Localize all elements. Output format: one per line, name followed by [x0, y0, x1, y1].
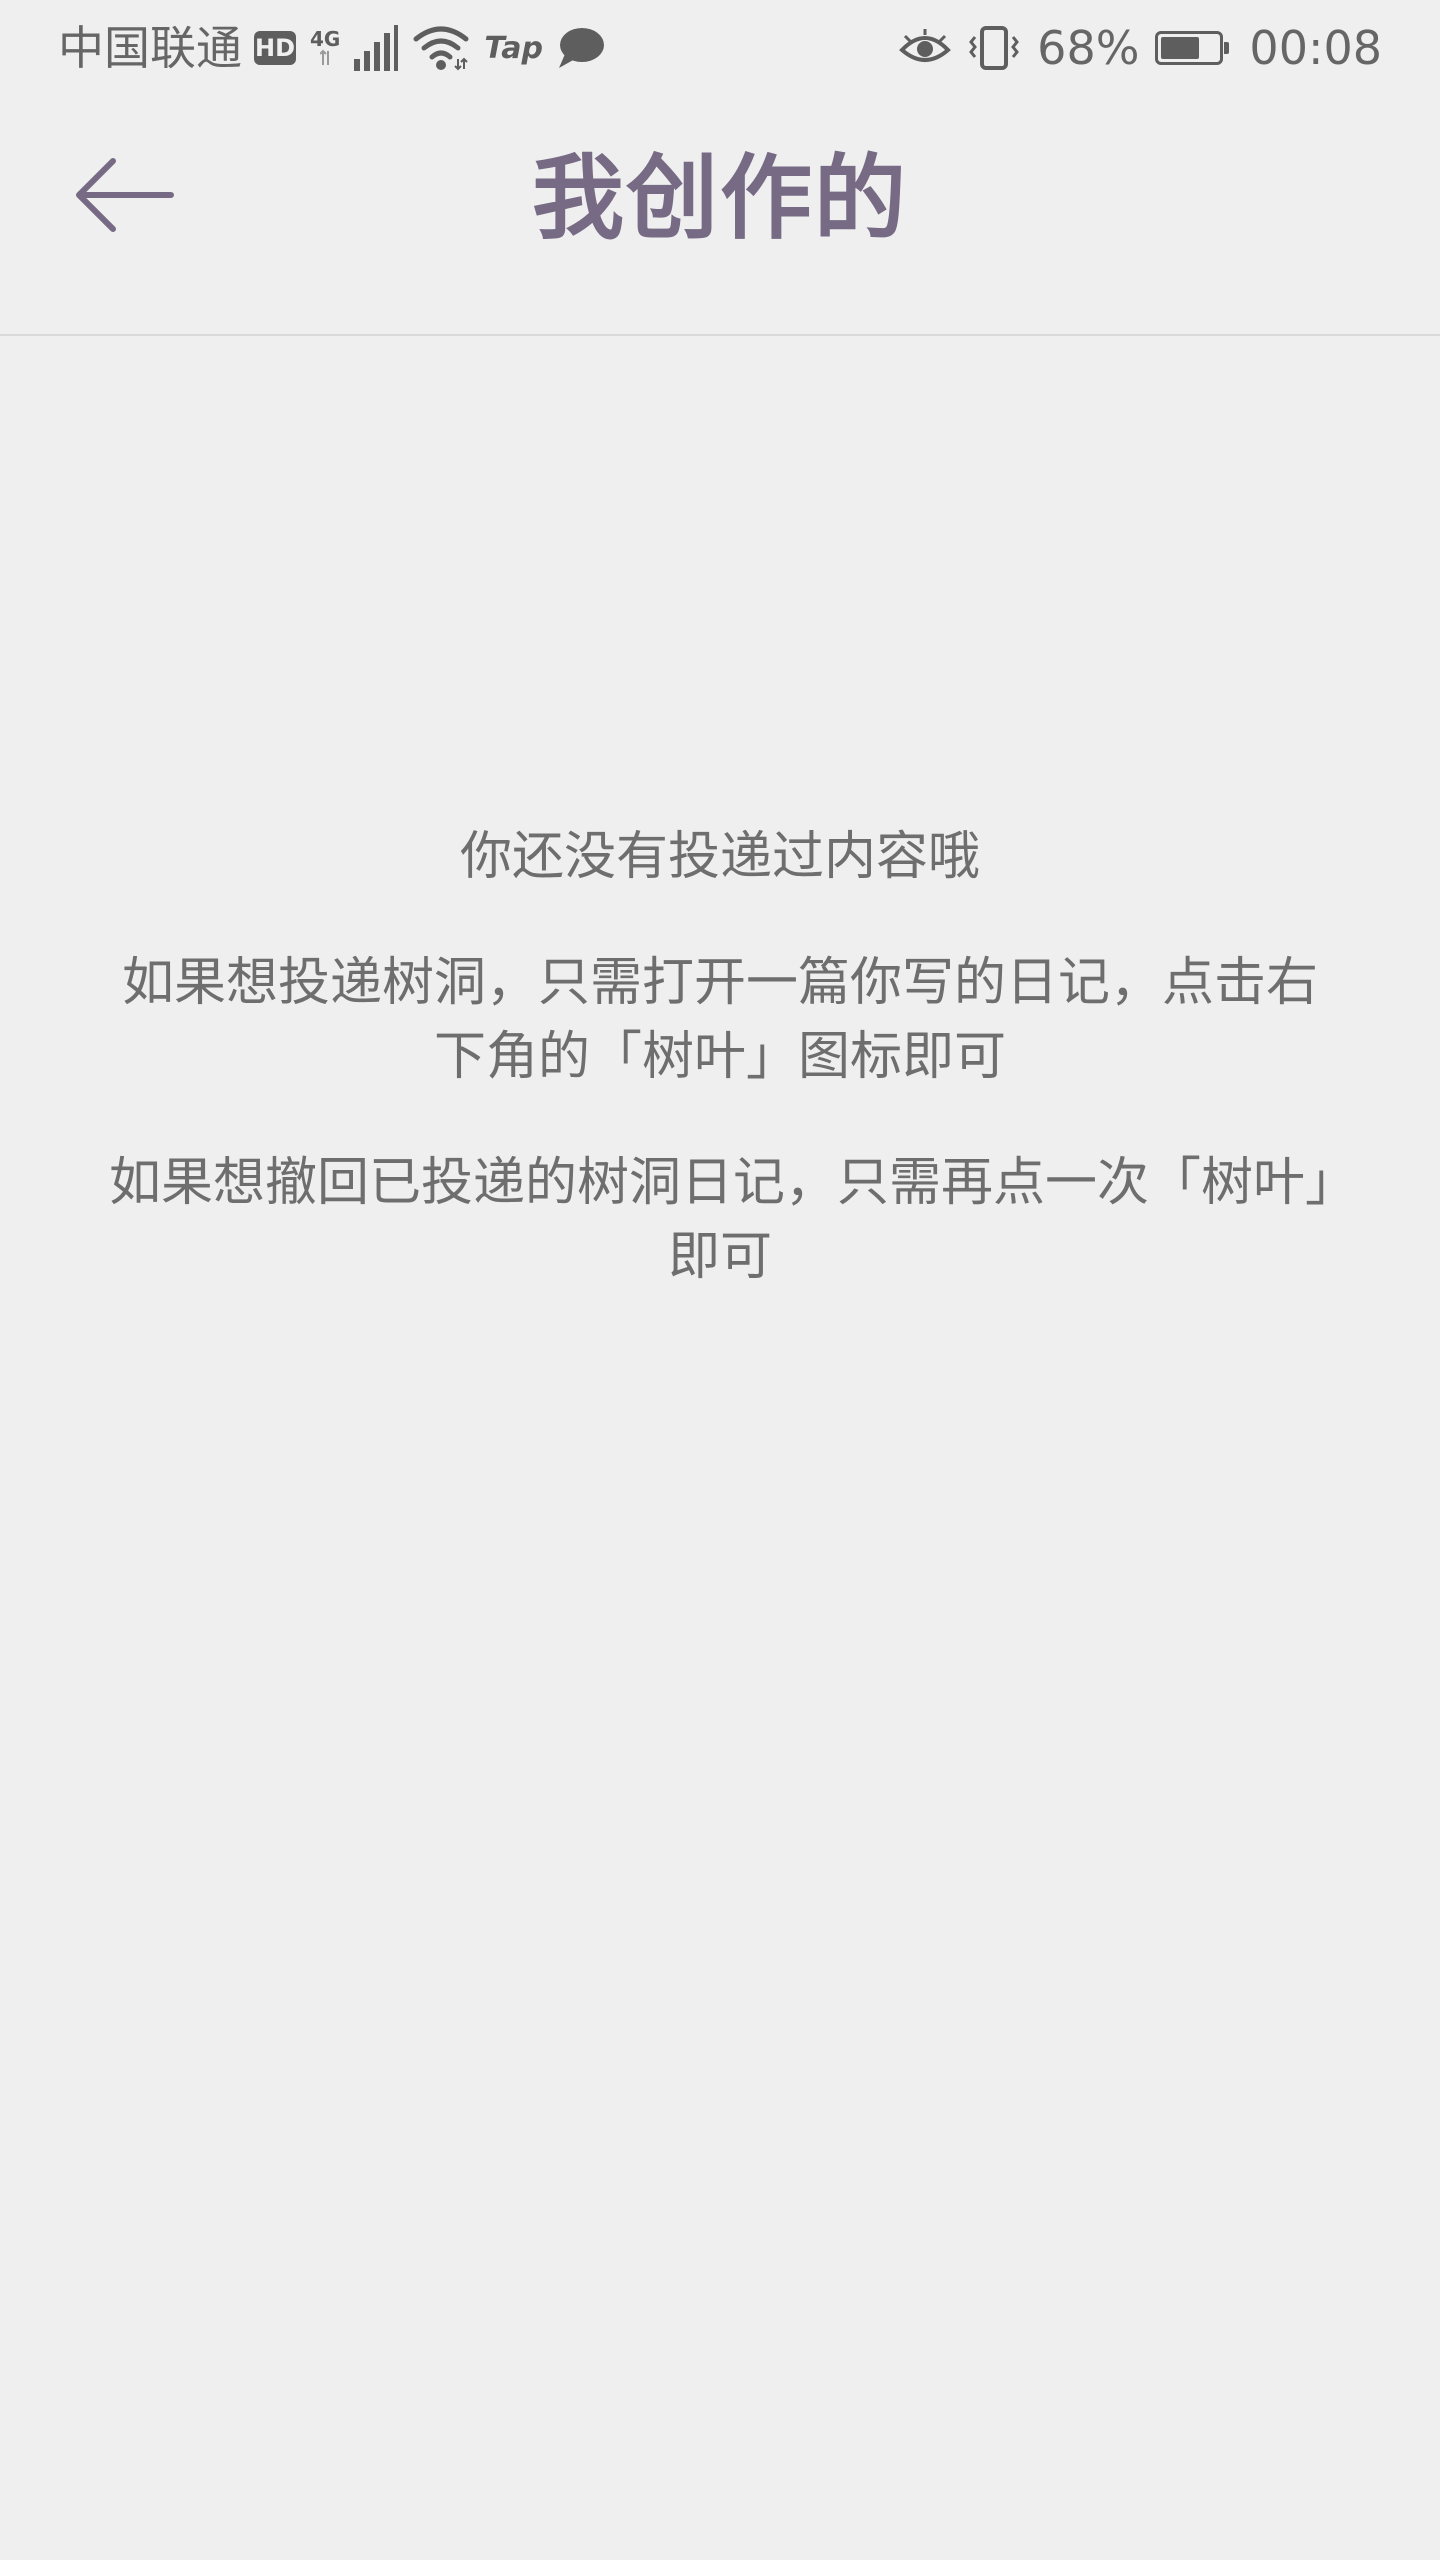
battery-icon: [1155, 31, 1230, 65]
status-icons-right: 68% 00:08: [899, 22, 1382, 74]
vibrate-icon: [969, 26, 1020, 70]
chat-bubble-icon: [558, 28, 604, 68]
wifi-icon: [413, 26, 469, 71]
submit-instructions: 如果想投递树洞，只需打开一篇你写的日记，点击右下角的「树叶」图标即可: [121, 953, 1318, 1087]
signal-icon: [354, 25, 399, 71]
status-bar: 中国联通 HD 4G Tap 68% 00:08: [0, 0, 1440, 96]
data-arrows-icon: [320, 49, 330, 65]
clock: 00:08: [1249, 21, 1382, 75]
network-indicator: 4G: [310, 29, 340, 67]
tap-app-icon: Tap: [484, 30, 543, 66]
network-type-label: 4G: [310, 27, 341, 51]
battery-level-fill: [1161, 37, 1200, 59]
page-title: 我创作的: [531, 145, 908, 252]
app-header: 我创作的: [0, 96, 1440, 336]
empty-state: 你还没有投递过内容哦 如果想投递树洞，只需打开一篇你写的日记，点击右下角的「树叶…: [100, 820, 1340, 1346]
empty-message: 你还没有投递过内容哦: [459, 827, 980, 887]
carrier-label: 中国联通: [58, 21, 242, 75]
withdraw-instructions: 如果想撤回已投递的树洞日记，只需再点一次「树叶」即可: [108, 1153, 1331, 1287]
hd-icon: HD: [254, 31, 296, 65]
battery-percent: 68%: [1037, 21, 1140, 75]
status-icons-left: HD 4G Tap: [254, 22, 605, 74]
eye-icon: [899, 29, 952, 62]
